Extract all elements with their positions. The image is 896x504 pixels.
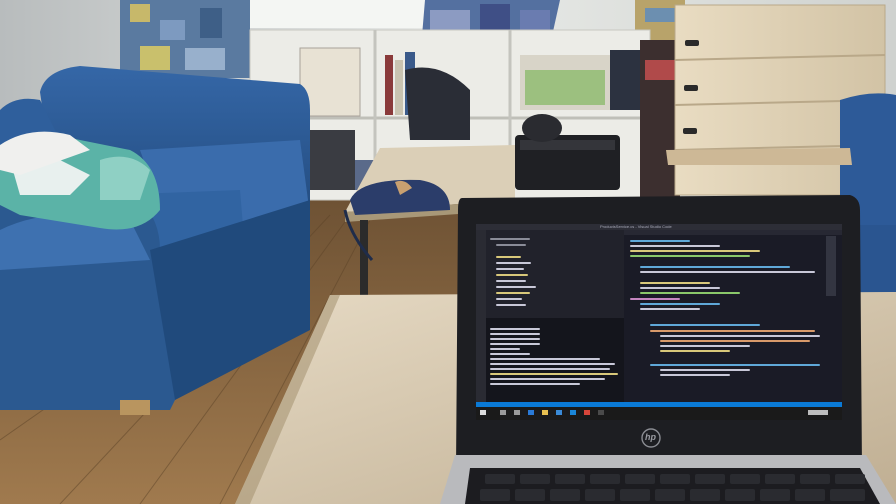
editor-activity-bar [476, 230, 486, 402]
terminal-output [490, 322, 620, 400]
left-curtain [120, 0, 250, 78]
explorer-tree [490, 236, 620, 316]
editor-tabs [624, 230, 842, 235]
vscode-icon[interactable] [570, 410, 576, 415]
terminal-icon[interactable] [598, 410, 604, 415]
windows-start-icon[interactable] [480, 410, 486, 415]
editor-title-text: ProductsService.cs - Visual Studio Code [600, 224, 672, 229]
photo-scene: hp ProductsService.cs - Visual Studio Co… [0, 0, 896, 504]
task-view-icon[interactable] [514, 410, 520, 415]
editor-code-area [630, 238, 825, 398]
window [240, 0, 440, 28]
tray-icon[interactable] [808, 410, 828, 415]
hp-logo-text: hp [645, 432, 656, 442]
editor-minimap [826, 236, 836, 296]
edge-icon[interactable] [528, 410, 534, 415]
store-icon[interactable] [556, 410, 562, 415]
taskbar-icons [478, 407, 838, 420]
chrome-icon[interactable] [584, 410, 590, 415]
folder-icon[interactable] [542, 410, 548, 415]
search-icon[interactable] [500, 410, 506, 415]
